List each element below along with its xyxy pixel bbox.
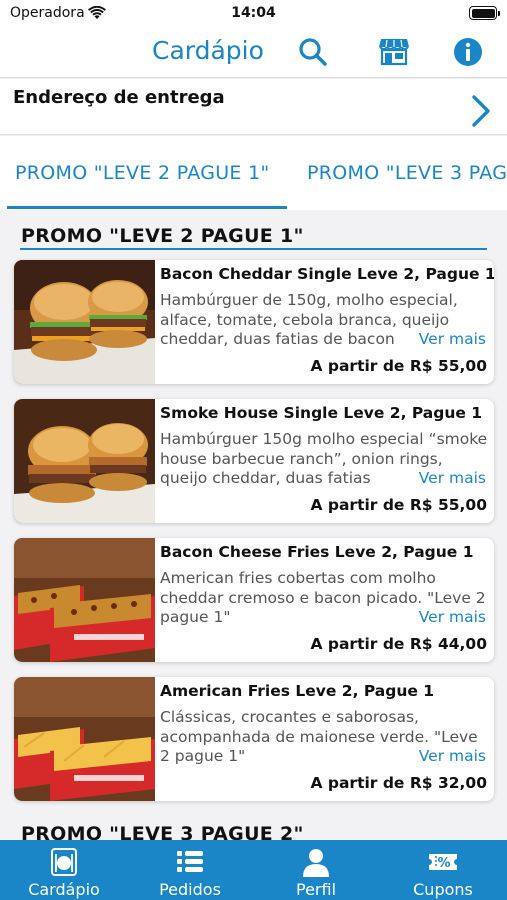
burger-image: [14, 399, 155, 523]
burger-image: [14, 260, 155, 384]
see-more-link[interactable]: Ver mais: [412, 747, 486, 767]
tab-promo-leve-2-pague-1[interactable]: PROMO "LEVE 2 PAGUE 1": [15, 162, 270, 184]
tabbar-label: Cardápio: [28, 880, 100, 899]
see-more-link[interactable]: Ver mais: [412, 330, 486, 350]
see-more-link[interactable]: Ver mais: [412, 608, 486, 628]
tabbar-label: Perfil: [295, 880, 337, 899]
nav-bar: Cardápio: [0, 28, 507, 78]
see-more-link[interactable]: Ver mais: [412, 469, 486, 489]
menu-item-price: A partir de R$ 55,00: [310, 357, 487, 375]
delivery-address-label: Endereço de entrega: [13, 87, 225, 108]
list-icon: [177, 851, 203, 872]
tabbar-item-pedidos[interactable]: Pedidos: [127, 840, 253, 900]
tabbar-label: Pedidos: [159, 880, 221, 899]
search-icon[interactable]: [297, 36, 329, 68]
menu-plate-icon: [51, 848, 77, 876]
menu-item-card[interactable]: American Fries Leve 2, Pague 1 Clássicas…: [14, 677, 494, 801]
menu-item-price: A partir de R$ 55,00: [310, 496, 487, 514]
section-title: PROMO "LEVE 2 PAGUE 1": [21, 225, 304, 247]
section-divider: [20, 248, 487, 250]
info-icon[interactable]: [452, 36, 484, 68]
menu-item-card[interactable]: Smoke House Single Leve 2, Pague 1 Hambú…: [14, 399, 494, 523]
menu-item-title: Bacon Cheddar Single Leve 2, Pague 1: [160, 265, 494, 283]
clock: 14:04: [231, 5, 276, 21]
menu-list[interactable]: PROMO "LEVE 2 PAGUE 1" Bacon Cheddar Sin…: [0, 210, 507, 840]
store-icon[interactable]: [378, 35, 410, 67]
selected-tab-indicator: [7, 206, 287, 209]
tabbar-item-perfil[interactable]: Perfil: [253, 840, 379, 900]
bottom-tab-bar: Cardápio Pedidos Perfil % Cupons: [0, 840, 507, 900]
battery-icon: [469, 6, 500, 20]
menu-item-title: Smoke House Single Leve 2, Pague 1: [160, 404, 483, 422]
menu-item-title: American Fries Leve 2, Pague 1: [160, 682, 435, 700]
delivery-address-row[interactable]: Endereço de entrega: [0, 79, 507, 135]
tab-promo-leve-3-pague-2[interactable]: PROMO "LEVE 3 PAGUE 2": [307, 162, 507, 184]
menu-item-title: Bacon Cheese Fries Leve 2, Pague 1: [160, 543, 474, 561]
tabbar-item-cardapio[interactable]: Cardápio: [1, 840, 127, 900]
tabbar-item-cupons[interactable]: % Cupons: [380, 840, 506, 900]
menu-item-price: A partir de R$ 32,00: [310, 774, 487, 792]
menu-item-card[interactable]: Bacon Cheese Fries Leve 2, Pague 1 Ameri…: [14, 538, 494, 662]
category-tabs: PROMO "LEVE 2 PAGUE 1" PROMO "LEVE 3 PAG…: [0, 136, 507, 210]
menu-item-price: A partir de R$ 44,00: [310, 635, 487, 653]
tabbar-label: Cupons: [413, 880, 473, 899]
user-icon: [303, 849, 329, 877]
status-bar: Operadora 14:04: [0, 0, 507, 28]
coupon-icon: %: [429, 854, 457, 871]
chevron-right-icon: [472, 95, 490, 127]
svg-text:%: %: [437, 856, 450, 871]
menu-item-card[interactable]: Bacon Cheddar Single Leve 2, Pague 1 Ham…: [14, 260, 494, 384]
page-title: Cardápio: [152, 36, 264, 65]
section-title: PROMO "LEVE 3 PAGUE 2": [21, 823, 304, 840]
fries-image: [14, 677, 155, 801]
fries-image: [14, 538, 155, 662]
